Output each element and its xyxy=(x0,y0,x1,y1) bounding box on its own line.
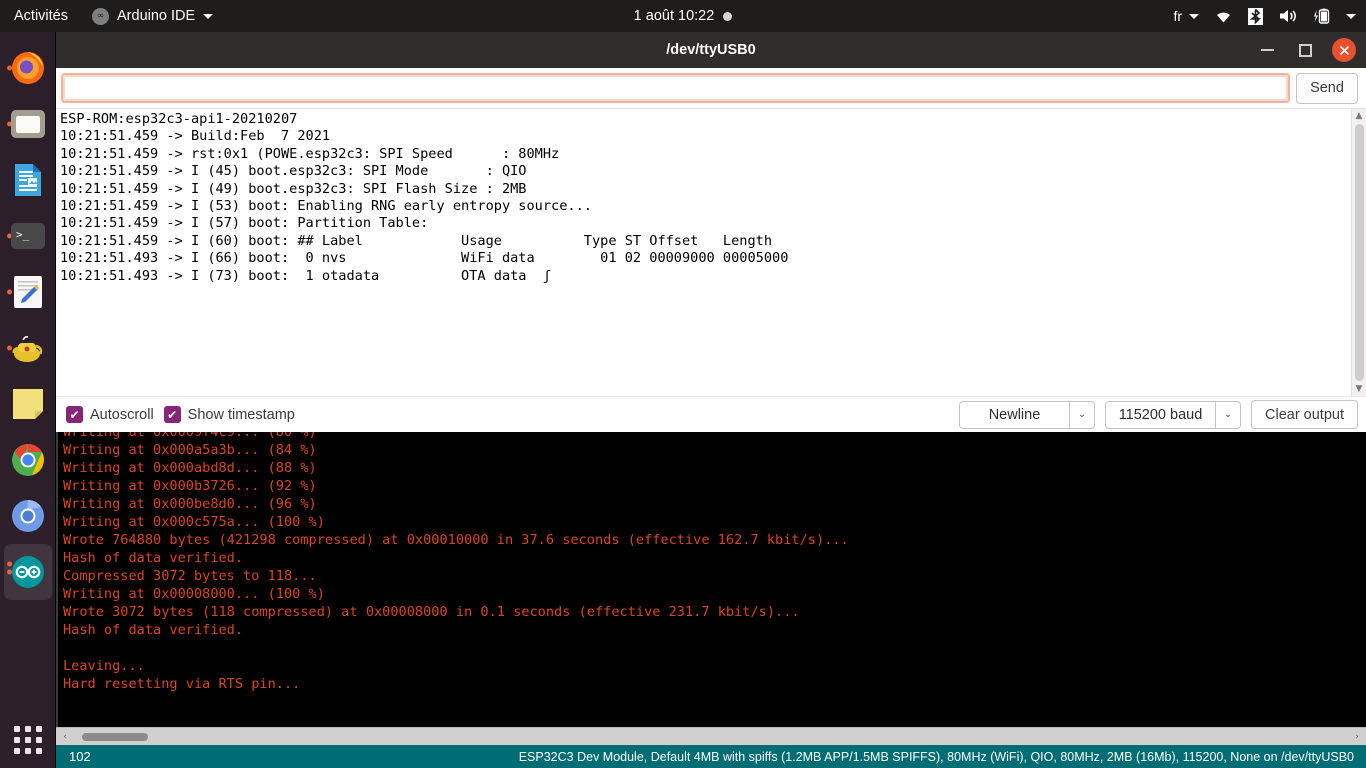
dock-item-google-chrome[interactable] xyxy=(4,432,52,488)
close-icon xyxy=(1339,45,1349,55)
amazon-icon xyxy=(9,329,47,367)
dock-item-text-editor[interactable] xyxy=(4,264,52,320)
scroll-down-arrow-icon[interactable]: ▼ xyxy=(1356,384,1363,394)
upload-console-text: Writing at 0x0009f4c9... (80 %) Writing … xyxy=(63,432,849,692)
line-ending-value: Newline xyxy=(959,400,1069,429)
window-title: /dev/ttyUSB0 xyxy=(666,42,756,58)
baud-rate-dropdown[interactable]: 115200 baud ⌄ xyxy=(1105,400,1241,429)
show-timestamp-label: Show timestamp xyxy=(187,406,295,423)
dock-item-firefox[interactable] xyxy=(4,40,52,96)
minimize-button[interactable] xyxy=(1256,39,1278,61)
firefox-icon xyxy=(9,49,47,87)
dock-item-libreoffice-writer[interactable] xyxy=(4,152,52,208)
clock-label: 1 août 10:22 xyxy=(633,8,715,24)
chevron-down-icon[interactable]: ⌄ xyxy=(1069,400,1095,429)
serial-output-text: ESP-ROM:esp32c3-api1-20210207 10:21:51.4… xyxy=(60,111,789,284)
system-status-area[interactable]: fr xyxy=(1173,7,1356,25)
autoscroll-label: Autoscroll xyxy=(90,406,154,423)
gnome-top-bar: Activités ∞ Arduino IDE 1 août 10:22 fr xyxy=(0,0,1366,32)
sticky-notes-icon xyxy=(9,385,47,423)
dock-item-files[interactable] xyxy=(4,96,52,152)
files-icon xyxy=(9,105,47,143)
send-button[interactable]: Send xyxy=(1296,72,1358,104)
scroll-left-arrow-icon[interactable]: ‹ xyxy=(58,732,72,742)
autoscroll-checkbox[interactable]: ✔ Autoscroll xyxy=(66,406,154,423)
status-bar: 102 ESP32C3 Dev Module, Default 4MB with… xyxy=(56,745,1366,768)
send-row: Send xyxy=(56,68,1366,108)
chevron-down-icon[interactable]: ⌄ xyxy=(1215,400,1241,429)
serial-output-scrollbar[interactable]: ▲ ▼ xyxy=(1351,109,1366,396)
scrollbar-thumb[interactable] xyxy=(1354,124,1364,381)
battery-charging-icon xyxy=(1314,8,1330,24)
app-menu-label: Arduino IDE xyxy=(117,8,196,24)
dock-item-amazon[interactable] xyxy=(4,320,52,376)
ubuntu-dock: >_ xyxy=(0,32,56,768)
keyboard-layout-indicator[interactable]: fr xyxy=(1173,8,1199,24)
show-timestamp-checkbox[interactable]: ✔ Show timestamp xyxy=(163,406,295,423)
chevron-down-icon xyxy=(1189,13,1199,19)
arduino-ide-icon xyxy=(9,553,47,591)
wifi-icon xyxy=(1217,12,1230,22)
scrollbar-track[interactable] xyxy=(72,728,1350,746)
close-button[interactable] xyxy=(1332,38,1356,62)
terminal-icon: >_ xyxy=(9,217,47,255)
chromium-icon xyxy=(9,497,47,535)
console-horizontal-scrollbar[interactable]: ‹ › xyxy=(56,727,1366,745)
line-ending-dropdown[interactable]: Newline ⌄ xyxy=(959,400,1095,429)
text-editor-icon xyxy=(9,273,47,311)
show-applications-button[interactable] xyxy=(0,726,56,754)
board-info-label: ESP32C3 Dev Module, Default 4MB with spi… xyxy=(518,749,1354,764)
line-number-indicator: 102 xyxy=(69,749,91,764)
serial-output-panel: ESP-ROM:esp32c3-api1-20210207 10:21:51.4… xyxy=(56,108,1366,396)
volume-icon xyxy=(1280,10,1296,22)
clock-button[interactable]: 1 août 10:22 xyxy=(563,8,803,24)
dock-item-terminal[interactable]: >_ xyxy=(4,208,52,264)
window-controls xyxy=(1256,38,1356,62)
google-chrome-icon xyxy=(9,441,47,479)
dock-item-arduino-ide[interactable] xyxy=(3,544,52,600)
serial-monitor-controls: ✔ Autoscroll ✔ Show timestamp Newline ⌄ … xyxy=(56,396,1366,432)
checkbox-checked-icon: ✔ xyxy=(66,406,83,423)
activities-button[interactable]: Activités xyxy=(0,8,82,24)
baud-rate-value: 115200 baud xyxy=(1105,400,1215,429)
dock-item-sticky-notes[interactable] xyxy=(4,376,52,432)
upload-console-panel[interactable]: Writing at 0x0009f4c9... (80 %) Writing … xyxy=(56,432,1366,727)
libreoffice-writer-icon xyxy=(9,161,47,199)
activities-label: Activités xyxy=(14,8,68,24)
serial-send-input[interactable] xyxy=(61,73,1290,103)
clear-output-button[interactable]: Clear output xyxy=(1251,400,1358,429)
notification-dot-icon xyxy=(723,11,733,21)
scroll-up-arrow-icon[interactable]: ▲ xyxy=(1356,111,1363,121)
bluetooth-icon xyxy=(1248,7,1263,25)
app-menu-button[interactable]: ∞ Arduino IDE xyxy=(82,7,223,25)
serial-monitor-window: /dev/ttyUSB0 Send ESP-ROM:esp32c3-api1-2… xyxy=(56,32,1366,768)
checkbox-checked-icon: ✔ xyxy=(163,406,181,423)
desktop-screen: Activités ∞ Arduino IDE 1 août 10:22 fr xyxy=(0,0,1366,768)
scrollbar-thumb[interactable] xyxy=(82,732,148,741)
svg-text:>_: >_ xyxy=(16,228,30,241)
arduino-icon: ∞ xyxy=(92,7,109,25)
maximize-button[interactable] xyxy=(1294,39,1316,61)
chevron-down-icon[interactable] xyxy=(1346,13,1356,19)
app-grid-icon xyxy=(14,726,42,754)
chevron-down-icon xyxy=(203,13,214,19)
window-titlebar[interactable]: /dev/ttyUSB0 xyxy=(56,32,1366,68)
dock-item-chromium[interactable] xyxy=(4,488,52,544)
scroll-right-arrow-icon[interactable]: › xyxy=(1350,732,1364,742)
keyboard-layout-label: fr xyxy=(1173,8,1182,24)
